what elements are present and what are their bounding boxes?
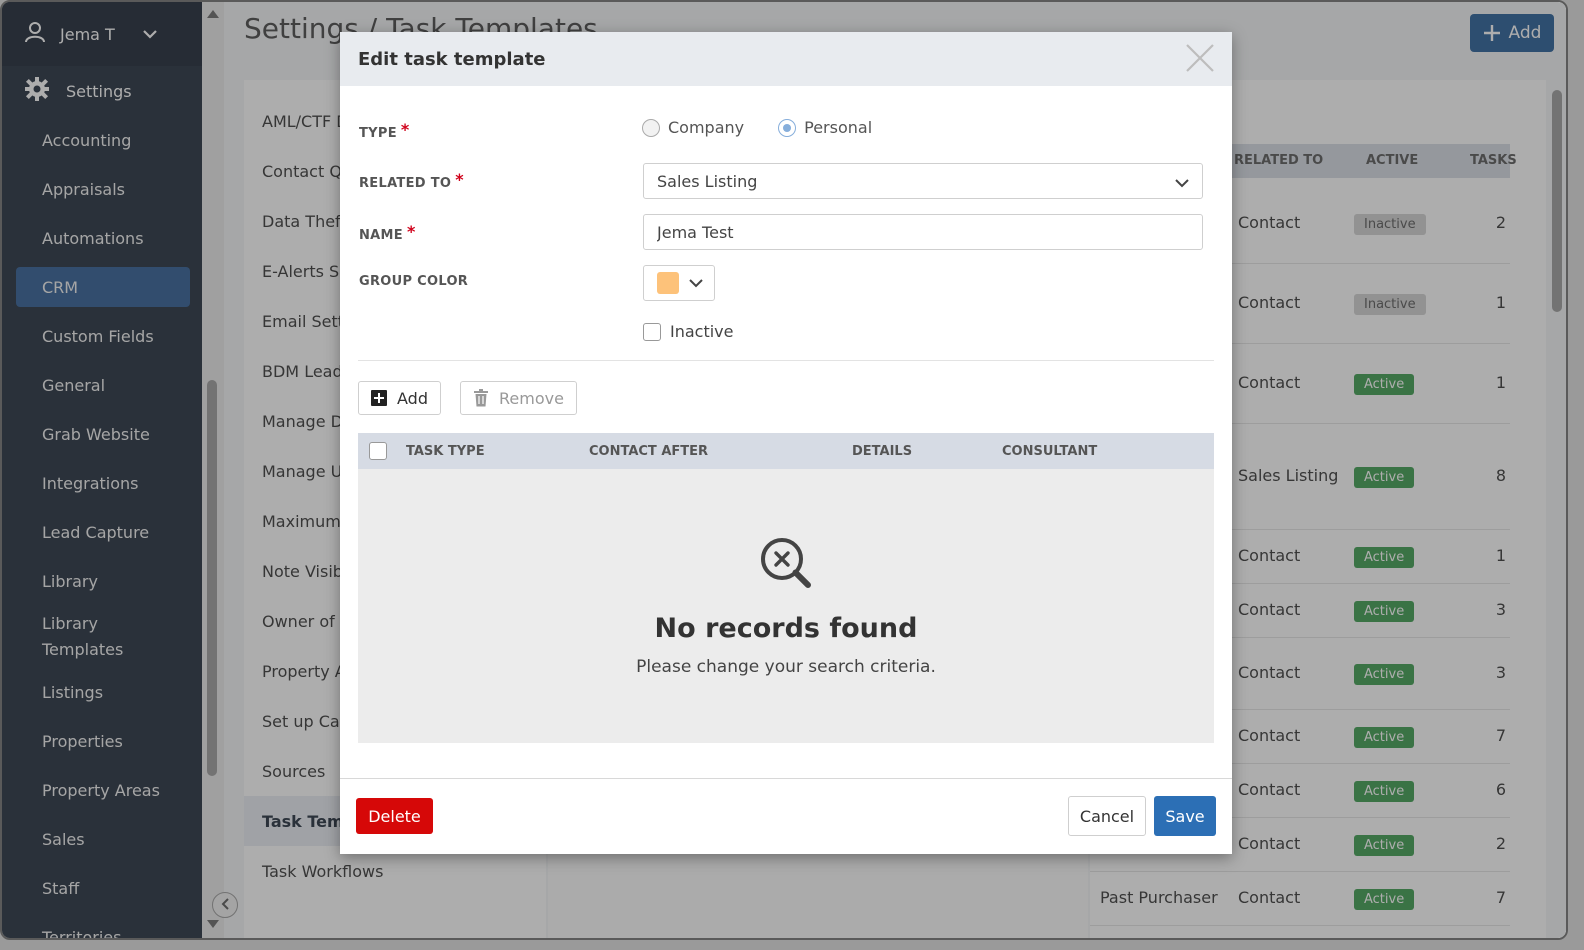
group-color-row: GROUP COLOR [358,265,1214,301]
remove-task-label: Remove [499,388,564,408]
related-to-value: Sales Listing [657,171,758,191]
save-button[interactable]: Save [1154,796,1216,836]
company-radio[interactable] [642,118,660,137]
app-window: Jema T Settings Accounting Appraisals Au… [0,0,1568,940]
grid-header: TASK TYPE CONTACT AFTER DETAILS CONSULTA… [358,433,1214,469]
required-marker: * [400,120,410,139]
type-label: TYPE * [359,120,410,141]
type-radio-group: Company Personal [642,118,872,137]
chevron-down-icon [1174,174,1190,193]
related-to-row: RELATED TO * Sales Listing [358,163,1214,199]
cancel-button[interactable]: Cancel [1068,796,1146,836]
empty-state-subtitle: Please change your search criteria. [636,657,936,677]
company-radio-label[interactable]: Company [668,118,744,137]
add-task-button[interactable]: Add [358,381,441,415]
related-to-select[interactable]: Sales Listing [643,163,1203,199]
empty-state: No records found Please change your sear… [358,469,1214,743]
inactive-row: Inactive [358,322,1214,344]
column-header-task-type[interactable]: TASK TYPE [406,444,485,459]
plus-square-icon [371,390,387,406]
related-to-label-text: RELATED TO [359,176,452,191]
dialog-footer: Delete Cancel Save [340,778,1232,854]
trash-icon [473,389,489,407]
divider [358,360,1214,361]
personal-radio[interactable] [778,118,797,137]
required-marker: * [406,222,416,241]
empty-state-title: No records found [654,613,918,644]
column-header-consultant[interactable]: CONSULTANT [1002,444,1097,459]
name-label: NAME * [359,222,416,243]
column-header-details[interactable]: DETAILS [852,444,912,459]
required-marker: * [455,170,464,189]
delete-button[interactable]: Delete [356,798,433,834]
name-row: NAME * [358,214,1214,250]
color-swatch [657,272,679,294]
dialog-title: Edit task template [358,48,546,70]
inactive-checkbox-group: Inactive [643,322,734,341]
dialog-header: Edit task template [340,32,1232,86]
type-row: TYPE * Company Personal [358,116,1214,141]
column-header-contact-after[interactable]: CONTACT AFTER [589,444,708,459]
related-to-label: RELATED TO * [359,170,464,191]
name-input[interactable] [643,214,1203,250]
tasks-grid: TASK TYPE CONTACT AFTER DETAILS CONSULTA… [358,433,1214,743]
name-label-text: NAME [359,228,403,243]
group-color-picker[interactable] [643,265,715,301]
search-no-results-icon [758,535,814,595]
select-all-checkbox[interactable] [369,442,387,460]
chevron-down-icon [689,278,703,288]
add-task-label: Add [397,388,428,408]
group-color-label: GROUP COLOR [359,274,469,289]
close-icon[interactable] [1184,42,1216,74]
personal-radio-label[interactable]: Personal [804,118,872,137]
inactive-checkbox[interactable] [643,322,661,341]
remove-task-button[interactable]: Remove [460,381,577,415]
type-label-text: TYPE [359,126,397,141]
inactive-label[interactable]: Inactive [670,322,734,341]
edit-task-template-dialog: Edit task template TYPE * Company Persona… [340,32,1232,854]
